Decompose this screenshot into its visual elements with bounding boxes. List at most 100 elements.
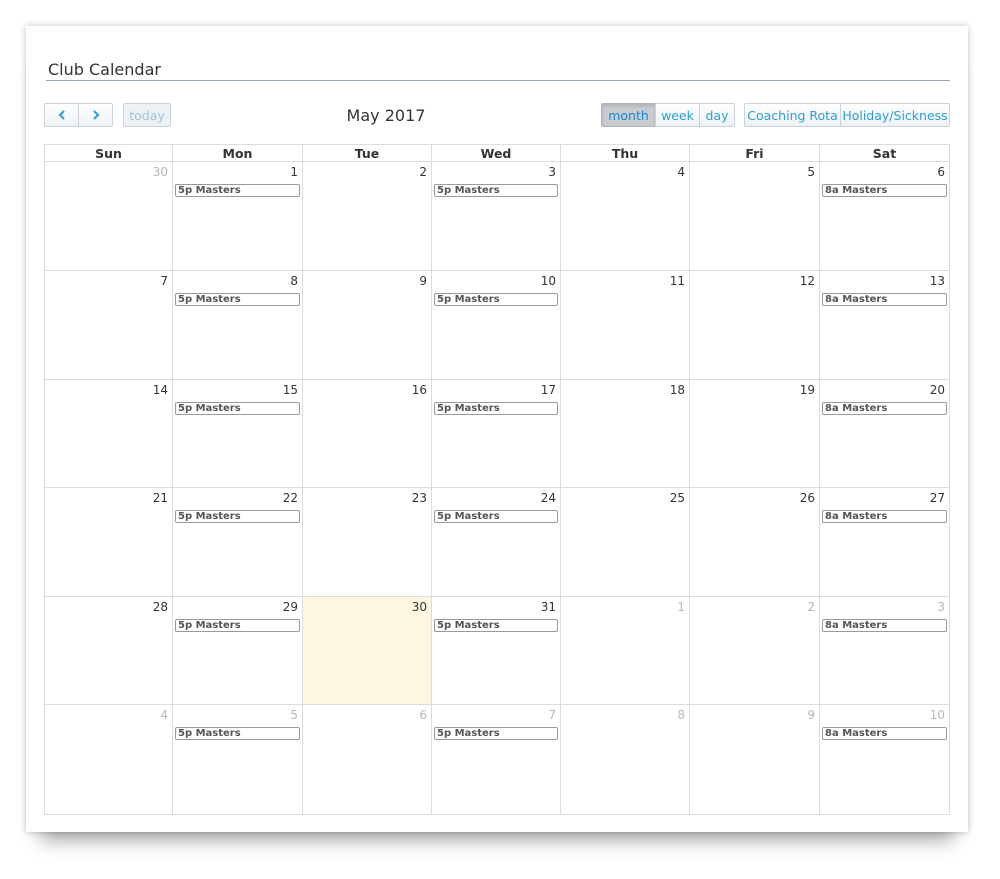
day-number[interactable]: 4 [677, 165, 685, 179]
day-cell[interactable]: 10 8a Masters [820, 705, 950, 815]
calendar-event[interactable]: 5p Masters [175, 619, 300, 632]
day-cell[interactable]: 27 8a Masters [820, 488, 950, 597]
calendar-event[interactable]: 8a Masters [822, 402, 947, 415]
day-number[interactable]: 13 [930, 274, 945, 288]
day-cell[interactable]: 18 [561, 380, 690, 488]
day-cell[interactable]: 19 [690, 380, 820, 488]
calendar-event[interactable]: 5p Masters [175, 402, 300, 415]
day-number[interactable]: 29 [283, 600, 298, 614]
view-day-button[interactable]: day [699, 103, 735, 127]
day-cell[interactable]: 28 [44, 597, 173, 705]
day-number[interactable]: 17 [541, 383, 556, 397]
calendar-event[interactable]: 5p Masters [175, 293, 300, 306]
day-number[interactable]: 5 [290, 708, 298, 722]
day-number[interactable]: 4 [160, 708, 168, 722]
day-cell[interactable]: 21 [44, 488, 173, 597]
coaching-rota-button[interactable]: Coaching Rota [744, 103, 841, 127]
day-number[interactable]: 6 [419, 708, 427, 722]
calendar-event[interactable]: 8a Masters [822, 619, 947, 632]
day-cell[interactable]: 30 [303, 597, 432, 705]
day-number[interactable]: 3 [937, 600, 945, 614]
day-number[interactable]: 16 [412, 383, 427, 397]
calendar-event[interactable]: 5p Masters [434, 619, 558, 632]
calendar-event[interactable]: 5p Masters [434, 184, 558, 197]
calendar-event[interactable]: 8a Masters [822, 727, 947, 740]
day-number[interactable]: 7 [548, 708, 556, 722]
day-cell[interactable]: 8 [561, 705, 690, 815]
day-number[interactable]: 8 [677, 708, 685, 722]
day-number[interactable]: 10 [541, 274, 556, 288]
day-cell[interactable]: 7 [44, 271, 173, 380]
day-number[interactable]: 19 [800, 383, 815, 397]
day-number[interactable]: 15 [283, 383, 298, 397]
calendar-event[interactable]: 5p Masters [175, 184, 300, 197]
day-cell[interactable]: 9 [690, 705, 820, 815]
day-number[interactable]: 27 [930, 491, 945, 505]
day-number[interactable]: 23 [412, 491, 427, 505]
prev-month-button[interactable] [44, 103, 79, 127]
day-number[interactable]: 28 [153, 600, 168, 614]
calendar-event[interactable]: 5p Masters [434, 402, 558, 415]
next-month-button[interactable] [78, 103, 113, 127]
calendar-event[interactable]: 5p Masters [434, 510, 558, 523]
day-cell[interactable]: 15 5p Masters [173, 380, 303, 488]
day-cell[interactable]: 7 5p Masters [432, 705, 561, 815]
day-number[interactable]: 25 [670, 491, 685, 505]
day-number[interactable]: 10 [930, 708, 945, 722]
day-number[interactable]: 2 [419, 165, 427, 179]
day-cell[interactable]: 4 [44, 705, 173, 815]
calendar-event[interactable]: 5p Masters [175, 510, 300, 523]
day-cell[interactable]: 3 8a Masters [820, 597, 950, 705]
day-cell[interactable]: 6 8a Masters [820, 162, 950, 271]
day-cell[interactable]: 5 [690, 162, 820, 271]
day-cell[interactable]: 26 [690, 488, 820, 597]
day-number[interactable]: 6 [937, 165, 945, 179]
day-cell[interactable]: 16 [303, 380, 432, 488]
day-number[interactable]: 30 [412, 600, 427, 614]
day-number[interactable]: 31 [541, 600, 556, 614]
day-cell[interactable]: 29 5p Masters [173, 597, 303, 705]
view-week-button[interactable]: week [655, 103, 700, 127]
day-cell[interactable]: 20 8a Masters [820, 380, 950, 488]
day-cell[interactable]: 2 [690, 597, 820, 705]
day-number[interactable]: 18 [670, 383, 685, 397]
holiday-sickness-button[interactable]: Holiday/Sickness [840, 103, 950, 127]
day-cell[interactable]: 9 [303, 271, 432, 380]
day-cell[interactable]: 11 [561, 271, 690, 380]
calendar-event[interactable]: 5p Masters [434, 727, 558, 740]
day-number[interactable]: 5 [807, 165, 815, 179]
calendar-event[interactable]: 5p Masters [434, 293, 558, 306]
day-number[interactable]: 9 [807, 708, 815, 722]
day-number[interactable]: 2 [807, 600, 815, 614]
day-number[interactable]: 30 [153, 165, 168, 179]
day-cell[interactable]: 5 5p Masters [173, 705, 303, 815]
day-cell[interactable]: 24 5p Masters [432, 488, 561, 597]
day-cell[interactable]: 6 [303, 705, 432, 815]
day-number[interactable]: 12 [800, 274, 815, 288]
day-cell[interactable]: 13 8a Masters [820, 271, 950, 380]
day-number[interactable]: 14 [153, 383, 168, 397]
calendar-event[interactable]: 8a Masters [822, 510, 947, 523]
day-number[interactable]: 9 [419, 274, 427, 288]
day-cell[interactable]: 8 5p Masters [173, 271, 303, 380]
day-cell[interactable]: 31 5p Masters [432, 597, 561, 705]
today-button[interactable]: today [123, 103, 171, 127]
day-cell[interactable]: 4 [561, 162, 690, 271]
day-number[interactable]: 26 [800, 491, 815, 505]
day-cell[interactable]: 22 5p Masters [173, 488, 303, 597]
day-cell[interactable]: 1 5p Masters [173, 162, 303, 271]
day-number[interactable]: 7 [160, 274, 168, 288]
day-cell[interactable]: 23 [303, 488, 432, 597]
day-number[interactable]: 1 [677, 600, 685, 614]
day-cell[interactable]: 14 [44, 380, 173, 488]
day-cell[interactable]: 25 [561, 488, 690, 597]
calendar-event[interactable]: 5p Masters [175, 727, 300, 740]
day-number[interactable]: 22 [283, 491, 298, 505]
day-number[interactable]: 21 [153, 491, 168, 505]
day-cell[interactable]: 10 5p Masters [432, 271, 561, 380]
day-number[interactable]: 1 [290, 165, 298, 179]
day-number[interactable]: 11 [670, 274, 685, 288]
day-cell[interactable]: 17 5p Masters [432, 380, 561, 488]
calendar-event[interactable]: 8a Masters [822, 293, 947, 306]
day-number[interactable]: 24 [541, 491, 556, 505]
